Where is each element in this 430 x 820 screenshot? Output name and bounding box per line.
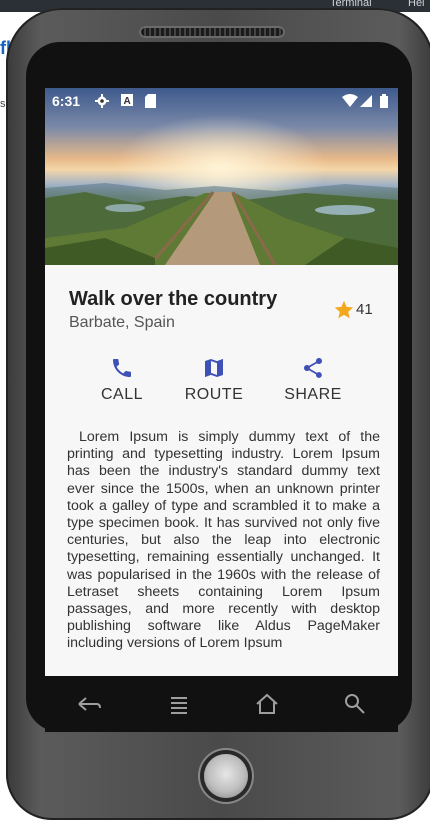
gear-icon [95,94,109,108]
map-icon [205,359,223,377]
route-label: ROUTE [184,386,244,403]
home-icon[interactable] [253,690,281,718]
route-button[interactable]: ROUTE [169,356,259,404]
star-icon[interactable] [333,299,355,321]
svg-text:A: A [124,96,131,106]
rating-count: 41 [356,301,373,318]
status-time: 6:31 [52,93,81,109]
call-label: CALL [100,386,144,403]
battery-icon [380,94,388,108]
place-location: Barbate, Spain [69,314,175,331]
share-label: SHARE [284,386,342,403]
sd-card-icon [145,94,156,108]
place-description: Lorem Ipsum is simply dummy text of the … [67,429,380,652]
desktop-menu-help[interactable]: Hel [408,0,425,9]
signal-icon [360,95,372,107]
back-icon[interactable] [75,690,103,718]
search-icon[interactable] [341,690,369,718]
share-icon [304,358,322,378]
hero-image [45,88,398,265]
phone-home-button[interactable] [204,754,248,798]
status-bar: 6:31 A [45,88,398,114]
action-buttons: CALL ROUTE SHARE [45,356,398,416]
call-button[interactable]: CALL [77,356,167,404]
phone-icon [113,359,131,377]
app-screen: 6:31 A Walk over the country Barbate, Sp… [45,88,398,676]
android-nav-bar [45,676,398,732]
menu-icon[interactable] [165,690,193,718]
share-button[interactable]: SHARE [268,356,358,404]
a-icon: A [121,94,133,106]
wifi-icon [342,94,358,107]
phone-speaker [139,26,285,38]
place-title: Walk over the country [69,288,278,310]
